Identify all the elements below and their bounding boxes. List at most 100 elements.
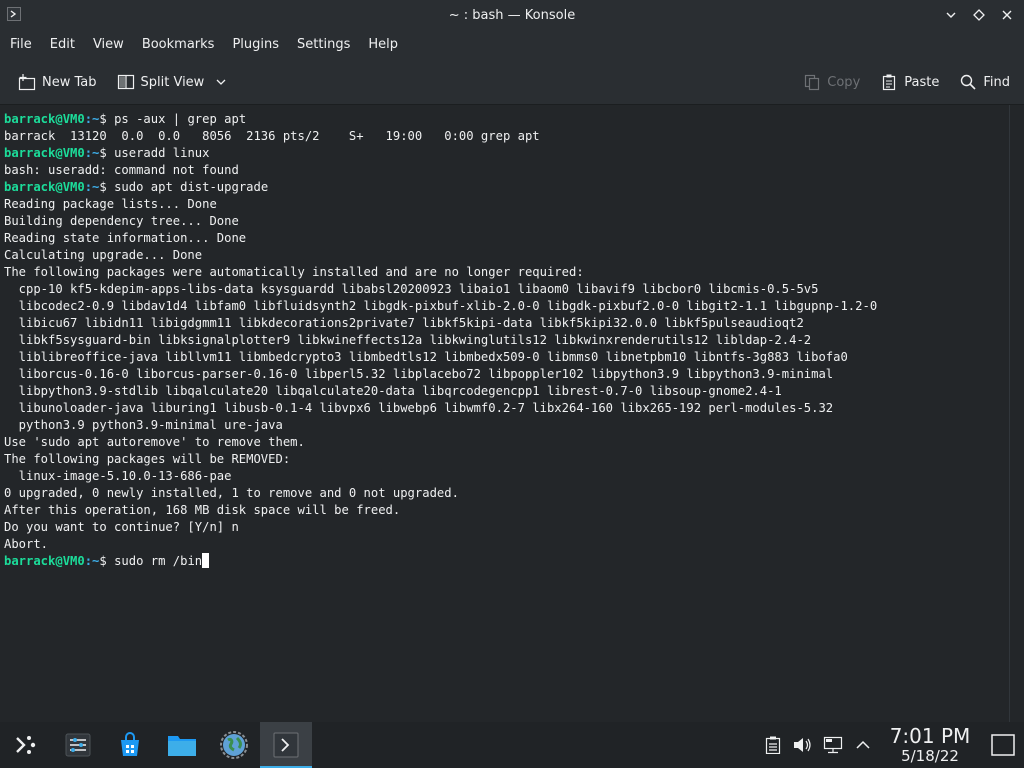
prompt-command: $ sudo apt dist-upgrade (99, 180, 269, 194)
maximize-button[interactable] (968, 4, 990, 26)
discover-task[interactable] (104, 722, 156, 768)
diamond-icon (973, 9, 985, 21)
terminal-output-line: The following packages were automaticall… (4, 264, 1005, 281)
output-text: Reading package lists... Done (4, 197, 217, 211)
file-manager-task[interactable] (156, 722, 208, 768)
output-text: libkf5sysguard-bin libksignalplotter9 li… (4, 333, 812, 347)
menu-view[interactable]: View (87, 30, 130, 60)
prompt-command: $ useradd linux (99, 146, 210, 160)
terminal-area: barrack@VM0:~$ ps -aux | grep apt barrack… (0, 105, 1024, 722)
chevron-down-icon[interactable] (212, 73, 230, 91)
konsole-task[interactable] (260, 722, 312, 768)
menu-edit[interactable]: Edit (44, 30, 81, 60)
terminal-output-line: libunoloader-java liburing1 libusb-0.1-4… (4, 400, 1005, 417)
paste-button[interactable]: Paste (872, 66, 947, 98)
split-view-label: Split View (140, 74, 205, 90)
volume-icon[interactable] (792, 734, 814, 756)
show-desktop-icon (991, 734, 1015, 756)
prompt-command: $ ps -aux | grep apt (99, 112, 247, 126)
search-icon (959, 73, 977, 91)
prompt-user: barrack@VM0 (4, 112, 85, 126)
output-text: Calculating upgrade... Done (4, 248, 203, 262)
system-settings-task[interactable] (52, 722, 104, 768)
network-icon[interactable] (822, 734, 844, 756)
menu-bar: File Edit View Bookmarks Plugins Setting… (0, 30, 1024, 60)
prompt-path: :~ (84, 554, 100, 568)
output-text: The following packages were automaticall… (4, 265, 584, 279)
clock-time: 7:01 PM (889, 724, 971, 748)
file-manager-icon (168, 736, 196, 756)
chevron-down-icon (946, 12, 956, 18)
terminal-output[interactable]: barrack@VM0:~$ ps -aux | grep apt barrack… (0, 105, 1009, 722)
text-cursor (202, 553, 210, 568)
terminal-output-line: cpp-10 kf5-kdepim-apps-libs-data ksysgua… (4, 281, 1005, 298)
close-icon (1002, 10, 1012, 20)
terminal-output-line: liblibreoffice-java libllvm11 libmbedcry… (4, 349, 1005, 366)
output-text: The following packages will be REMOVED: (4, 452, 291, 466)
terminal-output-line: After this operation, 168 MB disk space … (4, 502, 1005, 519)
close-button[interactable] (996, 4, 1018, 26)
output-text: liborcus-0.16-0 liborcus-parser-0.16-0 l… (4, 367, 834, 381)
terminal-output-line: The following packages will be REMOVED: (4, 451, 1005, 468)
menu-plugins[interactable]: Plugins (226, 30, 285, 60)
system-tray: 7:01 PM 5/18/22 (758, 722, 1024, 768)
copy-label: Copy (827, 74, 861, 90)
discover-store-icon (121, 732, 139, 756)
konsole-window: ~ : bash — Konsole File Edit View Bookma… (0, 0, 1024, 722)
prompt-path: :~ (84, 112, 100, 126)
copy-button[interactable]: Copy (795, 66, 868, 98)
minimize-button[interactable] (940, 4, 962, 26)
terminal-output-line: libpython3.9-stdlib libqalculate20 libqa… (4, 383, 1005, 400)
new-tab-icon (18, 73, 36, 91)
terminal-output-line: Abort. (4, 536, 1005, 553)
new-tab-button[interactable]: New Tab (10, 66, 105, 98)
terminal-prompt-line: barrack@VM0:~$ useradd linux (4, 145, 1005, 162)
output-text: cpp-10 kf5-kdepim-apps-libs-data ksysgua… (4, 282, 819, 296)
output-text: libpython3.9-stdlib libqalculate20 libqa… (4, 384, 782, 398)
terminal-output-line: Reading state information... Done (4, 230, 1005, 247)
digital-clock[interactable]: 7:01 PM 5/18/22 (884, 725, 976, 765)
application-launcher-icon (16, 736, 36, 754)
terminal-output-line: libcodec2-0.9 libdav1d4 libfam0 libfluid… (4, 298, 1005, 315)
output-text: python3.9 python3.9-minimal ure-java (4, 418, 283, 432)
paste-icon (880, 73, 898, 91)
split-view-button[interactable]: Split View (109, 66, 239, 98)
konsole-app-icon[interactable] (6, 6, 22, 22)
menu-file[interactable]: File (4, 30, 38, 60)
clock-date: 5/18/22 (901, 747, 959, 765)
output-text: After this operation, 168 MB disk space … (4, 503, 401, 517)
clipboard-icon[interactable] (762, 734, 784, 756)
menu-help[interactable]: Help (362, 30, 404, 60)
terminal-output-line: Reading package lists... Done (4, 196, 1005, 213)
prompt-user: barrack@VM0 (4, 146, 85, 160)
terminal-output-line: 0 upgraded, 0 newly installed, 1 to remo… (4, 485, 1005, 502)
window-title: ~ : bash — Konsole (448, 7, 576, 23)
copy-icon (803, 73, 821, 91)
terminal-output-line: Use 'sudo apt autoremove' to remove them… (4, 434, 1005, 451)
web-browser-task[interactable] (208, 722, 260, 768)
prompt-user: barrack@VM0 (4, 180, 85, 194)
output-text: barrack 13120 0.0 0.0 8056 2136 pts/2 S+… (4, 129, 540, 143)
find-button[interactable]: Find (951, 66, 1018, 98)
toolbar: New Tab Split View Copy Paste Find (0, 60, 1024, 105)
prompt-path: :~ (84, 180, 100, 194)
terminal-prompt-line: barrack@VM0:~$ ps -aux | grep apt (4, 111, 1005, 128)
output-text: linux-image-5.10.0-13-686-pae (4, 469, 232, 483)
expand-tray-icon[interactable] (852, 734, 874, 756)
find-label: Find (983, 74, 1010, 90)
terminal-prompt-line: barrack@VM0:~$ sudo rm /bin (4, 553, 1005, 570)
menu-settings[interactable]: Settings (291, 30, 356, 60)
terminal-output-line: barrack 13120 0.0 0.0 8056 2136 pts/2 S+… (4, 128, 1005, 145)
output-text: liblibreoffice-java libllvm11 libmbedcry… (4, 350, 848, 364)
show-desktop-button[interactable] (990, 732, 1016, 758)
output-text: Abort. (4, 537, 49, 551)
menu-bookmarks[interactable]: Bookmarks (136, 30, 221, 60)
system-settings-icon (65, 733, 91, 757)
title-bar[interactable]: ~ : bash — Konsole (0, 0, 1024, 30)
output-text: libicu67 libidn11 libigdgmm11 libkdecora… (4, 316, 804, 330)
output-text: Reading state information... Done (4, 231, 247, 245)
output-text: 0 upgraded, 0 newly installed, 1 to remo… (4, 486, 459, 500)
terminal-scrollbar[interactable] (1009, 105, 1024, 722)
application-launcher-button[interactable] (0, 722, 52, 768)
terminal-output-line: libicu67 libidn11 libigdgmm11 libkdecora… (4, 315, 1005, 332)
